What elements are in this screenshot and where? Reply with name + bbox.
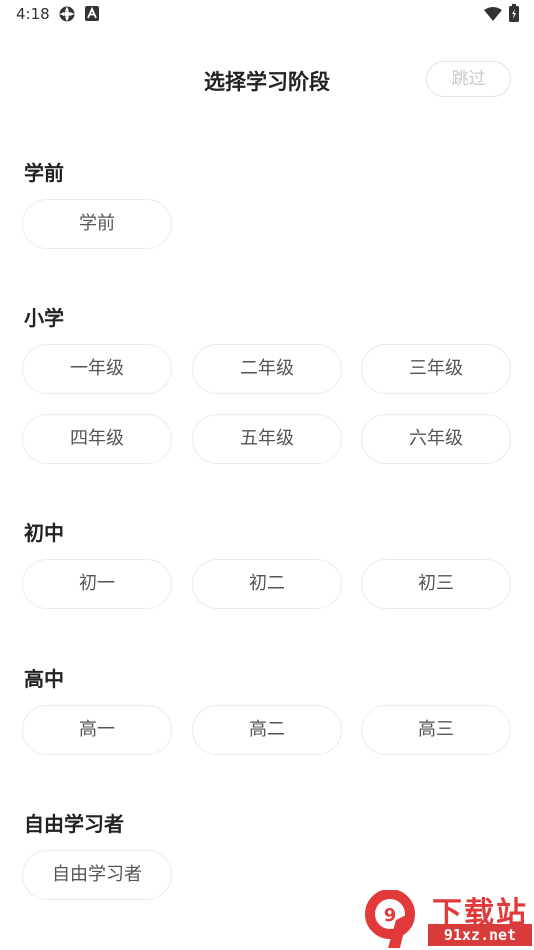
- option-grade-5[interactable]: 五年级: [192, 414, 342, 464]
- option-junior-1[interactable]: 初一: [22, 559, 172, 609]
- option-free-learner[interactable]: 自由学习者: [22, 850, 172, 900]
- section-title: 自由学习者: [24, 812, 124, 836]
- section-title: 学前: [24, 161, 64, 185]
- option-senior-2[interactable]: 高二: [192, 705, 342, 755]
- section-title: 小学: [24, 306, 64, 330]
- section-title: 高中: [24, 667, 64, 691]
- option-senior-1[interactable]: 高一: [22, 705, 172, 755]
- a-letter-icon: [85, 6, 99, 25]
- option-grade-2[interactable]: 二年级: [192, 344, 342, 394]
- option-senior-3[interactable]: 高三: [361, 705, 511, 755]
- option-junior-3[interactable]: 初三: [361, 559, 511, 609]
- status-bar: 4:18: [0, 0, 534, 28]
- option-grade-4[interactable]: 四年级: [22, 414, 172, 464]
- svg-text:9: 9: [384, 905, 397, 926]
- skip-button[interactable]: 跳过: [426, 61, 511, 97]
- option-grade-1[interactable]: 一年级: [22, 344, 172, 394]
- watermark: 9 下载站 91xz.net: [360, 888, 534, 950]
- option-preschool[interactable]: 学前: [22, 199, 172, 249]
- watermark-site: 91xz.net: [428, 924, 532, 946]
- option-junior-2[interactable]: 初二: [192, 559, 342, 609]
- logo-9-icon: 9: [365, 890, 415, 948]
- option-grade-3[interactable]: 三年级: [361, 344, 511, 394]
- header: 选择学习阶段 跳过: [0, 55, 534, 103]
- settings-gear-icon: [58, 5, 76, 27]
- battery-icon: [509, 4, 519, 26]
- wifi-icon: [484, 6, 502, 25]
- section-title: 初中: [24, 521, 64, 545]
- status-time: 4:18: [16, 5, 50, 23]
- option-grade-6[interactable]: 六年级: [361, 414, 511, 464]
